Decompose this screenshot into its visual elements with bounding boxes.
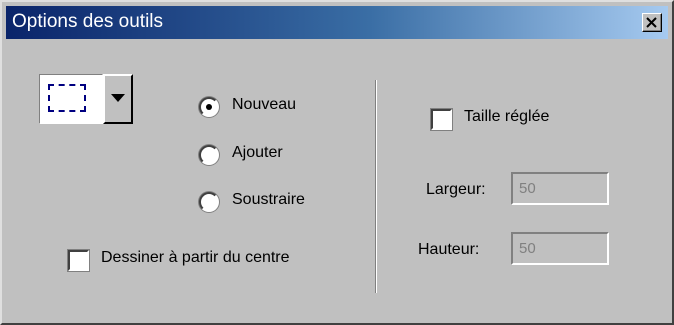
- vertical-divider: [375, 80, 377, 293]
- radio-soustraire-label[interactable]: Soustraire: [232, 191, 305, 209]
- fixed-size-label[interactable]: Taille réglée: [464, 108, 549, 126]
- draw-from-center-checkbox[interactable]: [68, 250, 89, 271]
- window-title: Options des outils: [12, 11, 164, 32]
- chevron-down-icon: [111, 94, 125, 102]
- close-button[interactable]: [642, 13, 662, 32]
- selection-shape-preview[interactable]: [39, 74, 103, 124]
- fixed-size-checkbox[interactable]: [431, 109, 452, 130]
- radio-nouveau[interactable]: [199, 97, 219, 117]
- title-bar[interactable]: Options des outils: [6, 6, 668, 39]
- radio-selected-dot: [206, 104, 212, 110]
- radio-soustraire[interactable]: [199, 192, 219, 212]
- width-input[interactable]: [511, 172, 609, 205]
- radio-nouveau-label[interactable]: Nouveau: [232, 96, 296, 114]
- height-label: Hauteur:: [418, 241, 480, 258]
- close-icon: [646, 17, 657, 28]
- radio-ajouter-label[interactable]: Ajouter: [232, 144, 283, 162]
- height-input[interactable]: [511, 232, 609, 265]
- selection-shape-dropdown-button[interactable]: [103, 74, 133, 124]
- tool-options-window: Options des outils Nouveau Ajouter Soust…: [0, 0, 674, 325]
- radio-ajouter[interactable]: [199, 145, 219, 165]
- rectangle-marquee-icon: [48, 84, 86, 112]
- draw-from-center-label[interactable]: Dessiner à partir du centre: [101, 249, 290, 267]
- width-label: Largeur:: [426, 181, 486, 198]
